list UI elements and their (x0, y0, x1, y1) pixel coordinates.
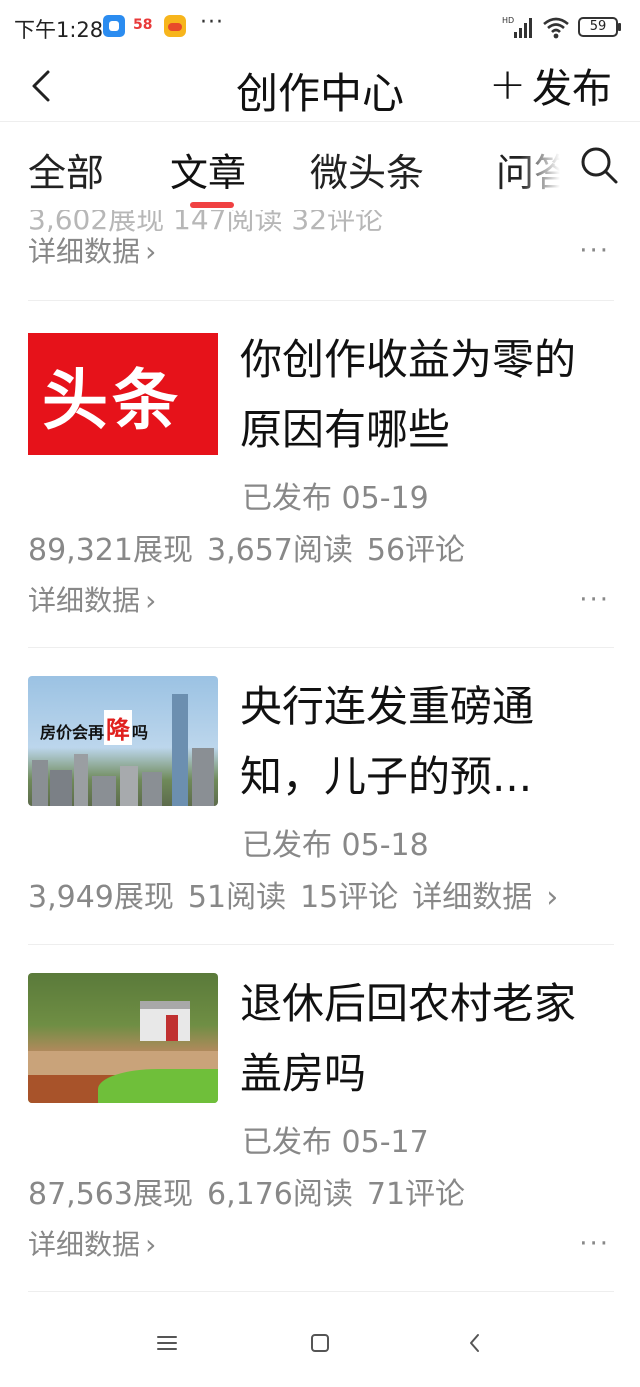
status-time: 下午1:28 (14, 18, 104, 42)
details-link[interactable]: 详细数据 › (28, 1223, 156, 1263)
publish-status: 已发布 (242, 1125, 332, 1160)
article-stats: 87,563展现 6,176阅读 71评论 (28, 1169, 479, 1213)
chevron-right-icon: › (546, 880, 559, 915)
more-options-icon[interactable]: ··· (579, 585, 610, 615)
thumbnail-caption: 房价会再降吗 (40, 710, 148, 745)
article-title[interactable]: 央行连发重磅通知，儿子的预... (240, 672, 600, 812)
active-tab-indicator (190, 202, 234, 208)
impressions-count: 3,949展现 (28, 880, 174, 915)
chevron-right-icon: › (145, 1228, 157, 1261)
tab-micro-headlines[interactable]: 微头条 (310, 142, 424, 197)
notification-mascot-icon (164, 15, 186, 37)
previous-item-details-link[interactable]: 详细数据 › (28, 230, 156, 270)
details-link[interactable]: 详细数据 › (28, 579, 156, 619)
caption-text: 房价会再 (40, 723, 105, 742)
article-stats: 89,321展现 3,657阅读 56评论 (28, 525, 479, 569)
article-stats: 3,949展现 51阅读 15评论 详细数据 › (28, 872, 586, 916)
plus-icon: + (489, 59, 526, 110)
notification-app-icon (103, 15, 125, 37)
article-title[interactable]: 退休后回农村老家盖房吗 (240, 969, 600, 1109)
comments-count: 71评论 (366, 1177, 466, 1212)
wifi-icon (543, 17, 569, 39)
article-publish-info: 已发布 05-18 (242, 820, 429, 864)
details-label: 详细数据 (28, 235, 141, 268)
notification-58-icon: 58 (133, 17, 153, 33)
reads-count: 6,176阅读 (206, 1177, 353, 1212)
notification-more-icon: ··· (200, 10, 224, 35)
article-item[interactable]: 房价会再降吗 央行连发重磅通知，儿子的预... 已发布 05-18 3,949展… (0, 648, 640, 944)
battery-icon: 59 (578, 17, 622, 39)
back-icon[interactable] (462, 1330, 488, 1356)
tab-fade (520, 136, 570, 196)
article-item[interactable]: 退休后回农村老家盖房吗 已发布 05-17 87,563展现 6,176阅读 71评… (0, 945, 640, 1291)
system-nav-bar (0, 1300, 640, 1387)
tab-all[interactable]: 全部 (28, 142, 104, 197)
signal-icon: HD (502, 16, 532, 38)
details-label: 详细数据 (412, 880, 533, 915)
menu-icon[interactable] (154, 1330, 180, 1356)
publish-status: 已发布 (242, 828, 332, 863)
publish-button[interactable]: + 发布 (489, 59, 612, 113)
battery-level: 59 (578, 17, 618, 37)
article-title[interactable]: 你创作收益为零的原因有哪些 (240, 325, 600, 465)
article-publish-info: 已发布 05-17 (242, 1117, 429, 1161)
publish-date: 05-19 (341, 481, 429, 516)
reads-count: 51阅读 (187, 880, 287, 915)
more-options-icon[interactable]: ··· (579, 236, 610, 266)
top-app-bar: 创作中心 + 发布 (0, 54, 640, 122)
svg-text:HD: HD (502, 16, 514, 25)
home-icon[interactable] (307, 1330, 333, 1356)
article-publish-info: 已发布 05-19 (242, 473, 429, 517)
impressions-count: 87,563展现 (28, 1177, 193, 1212)
article-thumbnail: 房价会再降吗 (28, 676, 218, 806)
reads-count: 3,657阅读 (206, 533, 353, 568)
publish-label: 发布 (532, 66, 612, 112)
impressions-count: 89,321展现 (28, 533, 193, 568)
caption-highlight: 降 (104, 710, 133, 745)
thumbnail-text: 头条 (42, 362, 182, 439)
status-bar: 下午1:28 58 ··· HD 59 (0, 0, 640, 54)
more-options-icon[interactable]: ··· (579, 1229, 610, 1259)
divider (28, 1291, 614, 1292)
publish-date: 05-17 (341, 1125, 429, 1160)
publish-date: 05-18 (341, 828, 429, 863)
article-thumbnail (28, 973, 218, 1103)
category-tabs: 全部 文章 微头条 问答 (0, 124, 640, 210)
details-label: 详细数据 (28, 584, 141, 617)
article-thumbnail: 头条 (28, 329, 218, 459)
caption-text: 吗 (132, 723, 149, 742)
tab-articles[interactable]: 文章 (170, 142, 246, 197)
search-icon[interactable] (578, 144, 620, 186)
comments-count: 56评论 (366, 533, 466, 568)
publish-status: 已发布 (242, 481, 332, 516)
details-label: 详细数据 (28, 1228, 141, 1261)
article-item[interactable]: 头条 你创作收益为零的原因有哪些 已发布 05-19 89,321展现 3,657… (0, 301, 640, 647)
chevron-right-icon: › (145, 584, 157, 617)
comments-count: 15评论 (300, 880, 399, 915)
chevron-right-icon: › (145, 235, 157, 268)
details-link[interactable]: 详细数据 › (412, 880, 572, 915)
